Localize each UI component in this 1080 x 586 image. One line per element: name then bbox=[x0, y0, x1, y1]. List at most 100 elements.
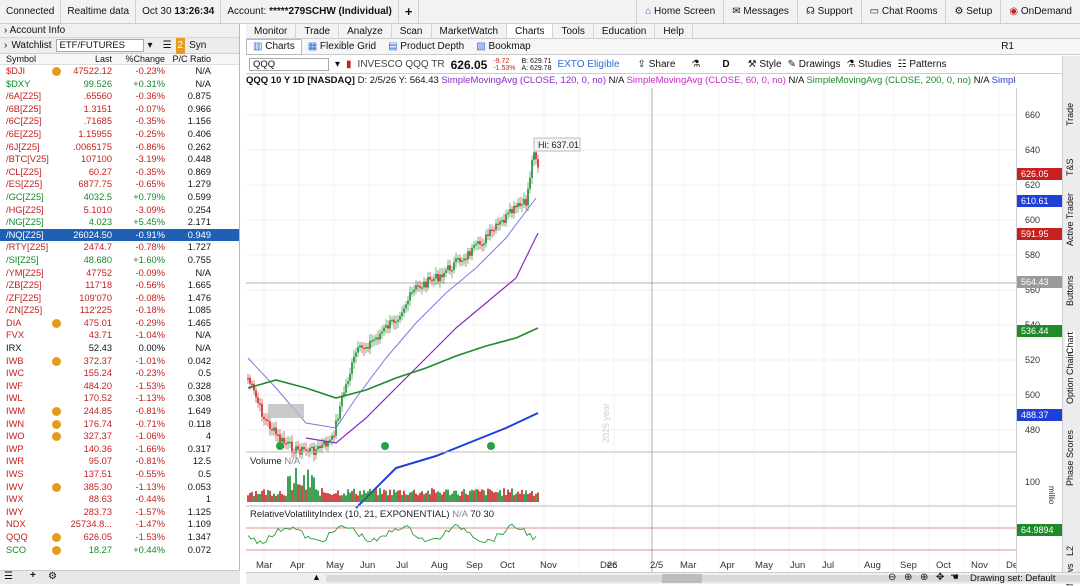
alert-icon[interactable]: ▮ bbox=[346, 59, 352, 70]
drawing-set-label[interactable]: Drawing set: Default bbox=[970, 573, 1056, 584]
ondemand-button[interactable]: ◉ OnDemand bbox=[1000, 0, 1080, 24]
tab-monitor[interactable]: Monitor bbox=[246, 24, 297, 38]
col-last[interactable]: Last bbox=[62, 54, 112, 64]
earnings-marker[interactable] bbox=[487, 442, 495, 450]
collapse-icon[interactable]: › bbox=[4, 38, 7, 54]
col-symbol[interactable]: Symbol bbox=[0, 54, 50, 64]
link-icon[interactable]: 2 bbox=[175, 37, 186, 54]
add-symbol-icon[interactable]: + bbox=[30, 570, 36, 581]
watchlist-row[interactable]: /ZF[Z25] 109'070 -0.08% 1.476 bbox=[0, 292, 239, 305]
watchlist-row[interactable]: IWN 176.74 -0.71% 0.118 bbox=[0, 418, 239, 431]
share-button[interactable]: ⇪ Share bbox=[638, 59, 676, 70]
grid-selector[interactable]: R1 bbox=[995, 39, 1020, 55]
period-selector[interactable]: D bbox=[722, 59, 729, 70]
badge-icon[interactable] bbox=[51, 533, 61, 543]
price-axis[interactable]: 660640620600580560540520500480626.05610.… bbox=[1016, 88, 1063, 572]
watchlist-row[interactable]: /CL[Z25] 60.27 -0.35% 0.869 bbox=[0, 166, 239, 179]
tab-tools[interactable]: Tools bbox=[553, 24, 594, 38]
watchlist-row[interactable]: IRX 52.43 0.00% N/A bbox=[0, 342, 239, 355]
watchlist-row[interactable]: IWS 137.51 -0.55% 0.5 bbox=[0, 468, 239, 481]
earnings-marker[interactable] bbox=[276, 442, 284, 450]
tab-trade[interactable]: Trade bbox=[296, 24, 340, 38]
watchlist-row[interactable]: /6J[Z25] .0065175 -0.86% 0.262 bbox=[0, 141, 239, 154]
price-chart[interactable]: Hi: 637.01 2025 year Volume N/A Relative… bbox=[246, 88, 1016, 572]
watchlist-row[interactable]: $DXY 99.526 +0.31% N/A bbox=[0, 78, 239, 91]
account-info-header[interactable]: › Account Info bbox=[0, 24, 239, 38]
hand-icon[interactable]: ☚ bbox=[950, 572, 959, 583]
watchlist-row[interactable]: IWB 372.37 -1.01% 0.042 bbox=[0, 355, 239, 368]
watchlist-row[interactable]: /ES[Z25] 6877.75 -0.65% 1.279 bbox=[0, 178, 239, 191]
sma-60-label[interactable]: SimpleMovingAvg (CLOSE, 60, 0, no) bbox=[627, 75, 786, 86]
col-pct-change[interactable]: %Change bbox=[112, 54, 165, 64]
badge-icon[interactable] bbox=[51, 545, 61, 555]
subtab-product-depth[interactable]: ▤ Product Depth bbox=[382, 39, 470, 55]
watchlist-row[interactable]: NDX 25734.8... -1.47% 1.109 bbox=[0, 518, 239, 531]
settings-icon[interactable]: ☰ bbox=[163, 38, 172, 54]
rail-option-chain[interactable]: Option Chain bbox=[1065, 351, 1075, 404]
watchlist-row[interactable]: /6A[Z25] .65560 -0.36% 0.875 bbox=[0, 90, 239, 103]
watchlist-row[interactable]: IWX 88.63 -0.44% 1 bbox=[0, 493, 239, 506]
tab-analyze[interactable]: Analyze bbox=[339, 24, 392, 38]
watchlist-row[interactable]: IWM 244.85 -0.81% 1.649 bbox=[0, 405, 239, 418]
watchlist-row[interactable]: /NQ[Z25] 26024.50 -0.91% 0.949 bbox=[0, 228, 239, 242]
watchlist-row[interactable]: /HG[Z25] 5.1010 -3.09% 0.254 bbox=[0, 204, 239, 217]
watchlist-row[interactable]: /YM[Z25] 47752 -0.09% N/A bbox=[0, 267, 239, 280]
chart-area[interactable]: Hi: 637.01 2025 year Volume N/A Relative… bbox=[246, 88, 1016, 572]
watchlist-select[interactable]: ETF/FUTURES bbox=[55, 39, 144, 52]
earnings-marker[interactable] bbox=[381, 442, 389, 450]
drawings-button[interactable]: ✎ Drawings bbox=[788, 59, 841, 70]
badge-icon[interactable] bbox=[51, 67, 61, 77]
menu-icon[interactable]: ☰ bbox=[4, 571, 13, 582]
badge-icon[interactable] bbox=[51, 432, 61, 442]
setup-button[interactable]: ⚙ Setup bbox=[945, 0, 1000, 24]
zoom-fit-icon[interactable]: ⊕ bbox=[920, 572, 928, 583]
rail-l2[interactable]: L2 bbox=[1065, 546, 1075, 556]
patterns-button[interactable]: ☷ Patterns bbox=[898, 59, 947, 70]
watchlist-row[interactable]: IWY 283.73 -1.57% 1.125 bbox=[0, 506, 239, 519]
account-selector[interactable]: Account: *****279SCHW (Individual) bbox=[221, 0, 399, 24]
watchlist-row[interactable]: /6B[Z25] 1.3151 -0.07% 0.966 bbox=[0, 103, 239, 116]
watchlist-row[interactable]: /NG[Z25] 4.023 +5.45% 2.171 bbox=[0, 216, 239, 229]
gear-icon[interactable]: ⚙ bbox=[48, 571, 57, 582]
badge-icon[interactable] bbox=[51, 407, 61, 417]
watchlist-row[interactable]: /ZB[Z25] 117'18 -0.56% 1.665 bbox=[0, 279, 239, 292]
watchlist-row[interactable]: IWP 140.36 -1.66% 0.317 bbox=[0, 443, 239, 456]
subtab-bookmap[interactable]: ▧ Bookmap bbox=[470, 39, 536, 55]
watchlist-row[interactable]: IWF 484.20 -1.53% 0.328 bbox=[0, 380, 239, 393]
chat-rooms-button[interactable]: ▭ Chat Rooms bbox=[860, 0, 946, 24]
zoom-out-icon[interactable]: ⊖ bbox=[888, 572, 896, 583]
add-account-button[interactable]: + bbox=[399, 0, 420, 24]
time-scrollbar[interactable] bbox=[326, 575, 1080, 582]
rail-active-trader[interactable]: Active Trader bbox=[1065, 193, 1075, 246]
scrollbar-thumb[interactable] bbox=[662, 574, 702, 583]
tab-scan[interactable]: Scan bbox=[392, 24, 432, 38]
col-pc-ratio[interactable]: P/C Ratio bbox=[165, 54, 215, 64]
more-studies-label[interactable]: Simple... bbox=[992, 75, 1016, 86]
watchlist-row[interactable]: IWV 385.30 -1.13% 0.053 bbox=[0, 481, 239, 494]
watchlist-row[interactable]: FVX 43.71 -1.04% N/A bbox=[0, 329, 239, 342]
watchlist-row[interactable]: /BTC[V25] 107100 -3.19% 0.448 bbox=[0, 153, 239, 166]
tab-marketwatch[interactable]: MarketWatch bbox=[432, 24, 508, 38]
studies-button[interactable]: ⚗ Studies bbox=[846, 59, 891, 70]
crosshair-icon[interactable]: ✥ bbox=[936, 572, 944, 583]
rail-buttons[interactable]: Buttons bbox=[1065, 275, 1075, 306]
symbol-input[interactable]: QQQ bbox=[249, 58, 329, 71]
watchlist-row[interactable]: /6C[Z25] .71685 -0.35% 1.156 bbox=[0, 115, 239, 128]
rail-trade[interactable]: Trade bbox=[1065, 103, 1075, 126]
watchlist-row[interactable]: SCO 18.27 +0.44% 0.072 bbox=[0, 544, 239, 557]
watchlist-row[interactable]: /RTY[Z25] 2474.7 -0.78% 1.727 bbox=[0, 241, 239, 254]
watchlist-row[interactable]: /ZN[Z25] 112'225 -0.18% 1.085 bbox=[0, 304, 239, 317]
watchlist-row[interactable]: DIA 475.01 -0.29% 1.465 bbox=[0, 317, 239, 330]
watchlist-row[interactable]: IWL 170.52 -1.13% 0.308 bbox=[0, 392, 239, 405]
scroll-left-icon[interactable]: ▲ bbox=[312, 572, 321, 582]
watchlist-row[interactable]: IWR 95.07 -0.81% 12.5 bbox=[0, 455, 239, 468]
home-screen-button[interactable]: ⌂ Home Screen bbox=[636, 0, 723, 24]
watchlist-row[interactable]: IWC 155.24 -0.23% 0.5 bbox=[0, 367, 239, 380]
sync-label[interactable]: Syn bbox=[189, 38, 206, 54]
watchlist-row[interactable]: IWO 327.37 -1.06% 4 bbox=[0, 430, 239, 443]
flask-icon[interactable]: ⚗ bbox=[691, 59, 700, 70]
subtab-charts[interactable]: ▥ Charts bbox=[246, 38, 302, 55]
support-button[interactable]: ☊ Support bbox=[796, 0, 861, 24]
badge-icon[interactable] bbox=[51, 482, 61, 492]
zoom-in-icon[interactable]: ⊕ bbox=[904, 572, 912, 583]
